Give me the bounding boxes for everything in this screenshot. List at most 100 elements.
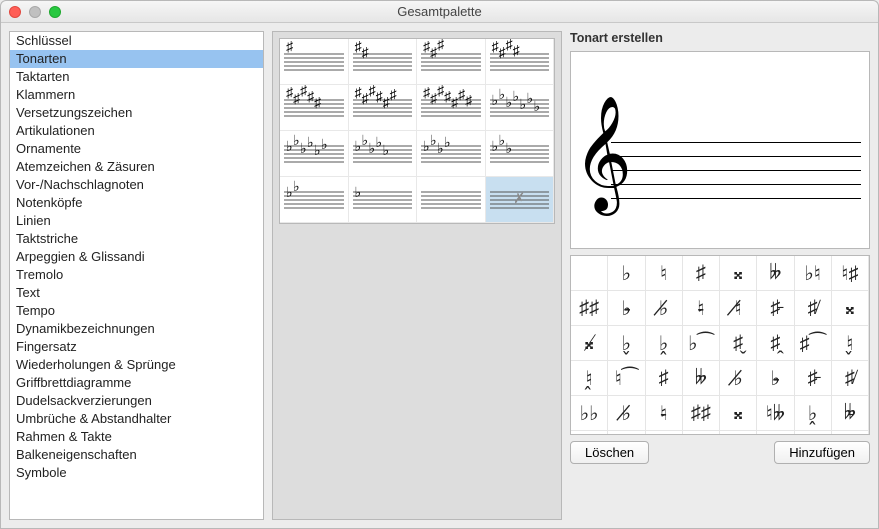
accidental-cell[interactable]: [571, 431, 608, 435]
palette-cell[interactable]: ♭♭♭♭♭♭: [280, 131, 349, 177]
accidental-cell[interactable]: ♯̸: [832, 361, 869, 396]
palette-cell[interactable]: ♯♯: [349, 39, 418, 85]
sidebar-item[interactable]: Atemzeichen & Zäsuren: [10, 158, 263, 176]
accidental-cell[interactable]: ♭̸: [608, 396, 645, 431]
accidental-cell[interactable]: ♭: [608, 256, 645, 291]
sidebar-item[interactable]: Linien: [10, 212, 263, 230]
palette-cell[interactable]: ♭♭♭♭♭: [349, 131, 418, 177]
accidental-cell[interactable]: ♮̵: [683, 291, 720, 326]
accidental-cell[interactable]: 𝄫̵: [832, 396, 869, 431]
accidental-cell[interactable]: ♭̭: [646, 326, 683, 361]
close-icon[interactable]: [9, 6, 21, 18]
editor-panel: Tonart erstellen 𝄞 ♭♮♯𝄪𝄫♭♮♮♯♯♯♭̵♭̸♮̵♮̸♯̵…: [570, 31, 870, 520]
palette-cell[interactable]: ♯♯♯♯♯♯: [349, 85, 418, 131]
category-list[interactable]: SchlüsselTonartenTaktartenKlammernVerset…: [9, 31, 264, 520]
palette-cell[interactable]: ♭♭: [280, 177, 349, 223]
sidebar-item[interactable]: Fingersatz: [10, 338, 263, 356]
accidental-cell[interactable]: ♭̸: [646, 291, 683, 326]
sidebar-item[interactable]: Rahmen & Takte: [10, 428, 263, 446]
content: SchlüsselTonartenTaktartenKlammernVerset…: [1, 23, 878, 528]
accidental-cell[interactable]: [832, 431, 869, 435]
sidebar-item[interactable]: Klammern: [10, 86, 263, 104]
palette-cell[interactable]: ♭♭♭♭♭♭♭: [486, 85, 555, 131]
sidebar-item[interactable]: Symbole: [10, 464, 263, 482]
palette-cell[interactable]: [417, 177, 486, 223]
accidental-cell[interactable]: [683, 431, 720, 435]
palette-cell[interactable]: ♯♯♯♯: [486, 39, 555, 85]
sidebar-item[interactable]: Dynamikbezeichnungen: [10, 320, 263, 338]
accidental-cell[interactable]: ♮̸: [720, 291, 757, 326]
accidental-cell[interactable]: ♮𝄫: [757, 396, 794, 431]
add-button[interactable]: Hinzufügen: [774, 441, 870, 464]
sidebar-item[interactable]: Wiederholungen & Sprünge: [10, 356, 263, 374]
palette-cell[interactable]: ♭: [349, 177, 418, 223]
sidebar-item[interactable]: Notenköpfe: [10, 194, 263, 212]
accidental-cell[interactable]: ♯̵: [757, 291, 794, 326]
minimize-icon[interactable]: [29, 6, 41, 18]
accidental-cell[interactable]: ♭♭: [571, 396, 608, 431]
sidebar-item[interactable]: Schlüssel: [10, 32, 263, 50]
delete-button[interactable]: Löschen: [570, 441, 649, 464]
key-preview[interactable]: 𝄞: [570, 51, 870, 249]
palette-cell[interactable]: ♭♭♭♭: [417, 131, 486, 177]
palette-cell[interactable]: ♯♯♯: [417, 39, 486, 85]
accidental-cell[interactable]: 𝄪: [720, 256, 757, 291]
accidental-cell[interactable]: ♮: [646, 256, 683, 291]
accidental-cell[interactable]: 𝄫: [757, 256, 794, 291]
accidental-cell[interactable]: ♯♯: [571, 291, 608, 326]
sidebar-item[interactable]: Griffbrettdiagramme: [10, 374, 263, 392]
sidebar-item[interactable]: Dudelsackverzierungen: [10, 392, 263, 410]
accidental-cell[interactable]: 𝄪̵: [720, 396, 757, 431]
accidental-cell[interactable]: ♭̵: [757, 361, 794, 396]
sidebar-item[interactable]: Ornamente: [10, 140, 263, 158]
accidental-cell[interactable]: ♯̭: [757, 326, 794, 361]
sidebar-item[interactable]: Arpeggien & Glissandi: [10, 248, 263, 266]
window-controls: [1, 6, 61, 18]
accidental-cell[interactable]: ♮̬: [832, 326, 869, 361]
accidental-cell[interactable]: [720, 431, 757, 435]
accidental-cell[interactable]: ♯̵: [795, 361, 832, 396]
accidental-cell[interactable]: ♯♯: [683, 396, 720, 431]
accidental-cell[interactable]: [757, 431, 794, 435]
accidental-cell[interactable]: [646, 431, 683, 435]
sidebar-item[interactable]: Balkeneigenschaften: [10, 446, 263, 464]
accidental-cell[interactable]: 𝄪̸: [571, 326, 608, 361]
palette-cell[interactable]: ♯♯♯♯♯♯♯: [417, 85, 486, 131]
sidebar-item[interactable]: Vor-/Nachschlagnoten: [10, 176, 263, 194]
sidebar-item[interactable]: Text: [10, 284, 263, 302]
accidental-cell[interactable]: ♭̸: [720, 361, 757, 396]
accidental-cell[interactable]: ♭♮: [795, 256, 832, 291]
palette-cell[interactable]: ♯♯♯♯♯: [280, 85, 349, 131]
sidebar-item[interactable]: Taktstriche: [10, 230, 263, 248]
sidebar-item[interactable]: Tonarten: [10, 50, 263, 68]
accidental-cell[interactable]: 𝄪̵: [832, 291, 869, 326]
accidental-cell[interactable]: ♯: [646, 361, 683, 396]
accidental-cell[interactable]: ♮̭: [571, 361, 608, 396]
accidental-cell[interactable]: [795, 431, 832, 435]
accidental-cell[interactable]: ♯: [683, 256, 720, 291]
palette-cell[interactable]: ✗: [486, 177, 555, 223]
palette-cell[interactable]: ♭♭♭: [486, 131, 555, 177]
accidental-picker[interactable]: ♭♮♯𝄪𝄫♭♮♮♯♯♯♭̵♭̸♮̵♮̸♯̵♯̸𝄪̵𝄪̸♭̬♭̭♭⁀♯̬♯̭♯⁀♮…: [570, 255, 870, 435]
zoom-icon[interactable]: [49, 6, 61, 18]
palette-cell[interactable]: ♯: [280, 39, 349, 85]
accidental-cell[interactable]: ♭̭: [795, 396, 832, 431]
accidental-cell[interactable]: [571, 256, 608, 291]
sidebar-item[interactable]: Umbrüche & Abstandhalter: [10, 410, 263, 428]
accidental-cell[interactable]: 𝄫: [683, 361, 720, 396]
accidental-cell[interactable]: ♯⁀: [795, 326, 832, 361]
sidebar-item[interactable]: Versetzungszeichen: [10, 104, 263, 122]
accidental-cell[interactable]: ♭̬: [608, 326, 645, 361]
accidental-cell[interactable]: ♯̬: [720, 326, 757, 361]
sidebar-item[interactable]: Taktarten: [10, 68, 263, 86]
accidental-cell[interactable]: ♮̵: [646, 396, 683, 431]
accidental-cell[interactable]: ♮⁀: [608, 361, 645, 396]
sidebar-item[interactable]: Artikulationen: [10, 122, 263, 140]
accidental-cell[interactable]: [608, 431, 645, 435]
accidental-cell[interactable]: ♭̵: [608, 291, 645, 326]
sidebar-item[interactable]: Tempo: [10, 302, 263, 320]
accidental-cell[interactable]: ♯̸: [795, 291, 832, 326]
sidebar-item[interactable]: Tremolo: [10, 266, 263, 284]
accidental-cell[interactable]: ♮♯: [832, 256, 869, 291]
accidental-cell[interactable]: ♭⁀: [683, 326, 720, 361]
